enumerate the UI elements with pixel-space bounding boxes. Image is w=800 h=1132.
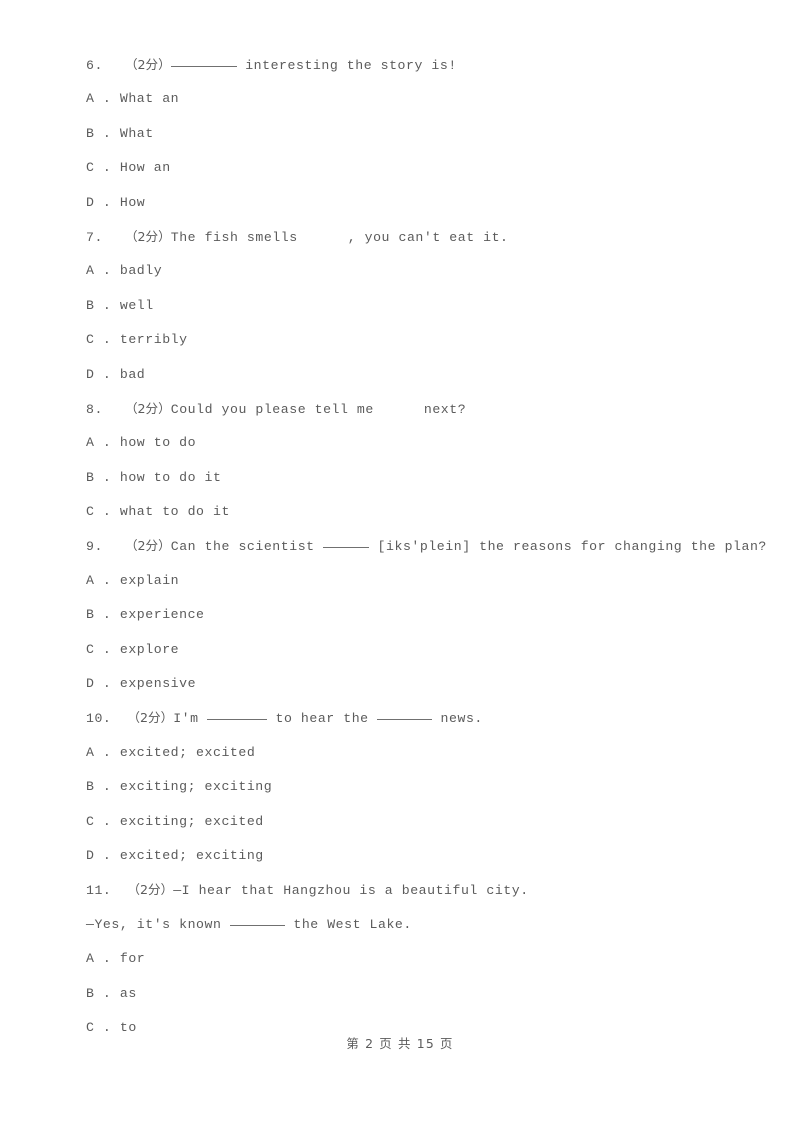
question-number: 6. [86, 58, 103, 73]
option-text: experience [119, 607, 205, 623]
option-item[interactable]: C . what to do it [86, 495, 726, 529]
question-stem: 8. （2分）Could you please tell me next? [86, 392, 726, 426]
question-stem: 11. （2分）—I hear that Hangzhou is a beauti… [86, 873, 726, 907]
option-item[interactable]: D . bad [86, 358, 726, 392]
question-marks: （2分） [127, 710, 174, 726]
question-text-after: next? [423, 401, 467, 417]
option-text: well [119, 297, 154, 313]
option-item[interactable]: A . explain [86, 564, 726, 598]
option-text: to [119, 1019, 137, 1035]
answer-blank[interactable] [170, 55, 237, 67]
question-text-before: Can the scientist [170, 539, 324, 555]
question-number: 10. [86, 711, 112, 727]
option-text: excited; excited [119, 744, 256, 760]
option-text: bad [119, 366, 146, 382]
question-text-before: Could you please tell me [170, 401, 374, 417]
question-marks: （2分） [124, 228, 171, 244]
option-item[interactable]: B . well [86, 289, 726, 323]
option-text: terribly [119, 332, 188, 348]
dialogue-text-after: the West Lake. [284, 916, 412, 932]
option-item[interactable]: A . What an [86, 82, 726, 116]
option-item[interactable]: B . as [86, 977, 726, 1011]
question-number: 9. [86, 539, 103, 555]
option-text: exciting; exciting [119, 779, 273, 795]
answer-blank[interactable] [229, 914, 285, 926]
option-text: What [119, 125, 154, 141]
option-text: excited; exciting [119, 847, 264, 863]
option-text: explain [119, 572, 180, 588]
question-stem: 10. （2分）I'm to hear the news. [86, 701, 726, 735]
question-text-before: I'm [173, 711, 208, 727]
question-text-before: The fish smells [170, 229, 298, 245]
question-text-after: [iks'plein] the reasons for changing the… [369, 539, 767, 555]
question-number: 8. [86, 401, 103, 417]
question-number: 7. [86, 229, 103, 245]
option-text: for [119, 951, 146, 967]
option-item[interactable]: A . for [86, 942, 726, 976]
question-stem: 7. （2分）The fish smells , you can't eat it. [86, 220, 726, 254]
option-item[interactable]: C . How an [86, 151, 726, 185]
question-marks: （2分） [124, 400, 171, 416]
question-text-mid: to hear the [267, 711, 378, 727]
option-text: What an [119, 91, 180, 107]
option-item[interactable]: A . how to do [86, 426, 726, 460]
question-stem: 6. （2分） interesting the story is! [86, 48, 726, 82]
option-text: how to do [119, 435, 197, 451]
option-item[interactable]: D . expensive [86, 667, 726, 701]
answer-blank-2[interactable] [377, 708, 433, 721]
question-text-after: news. [432, 711, 483, 727]
question-marks: （2分） [124, 57, 171, 72]
question-text: interesting the story is! [236, 58, 457, 73]
option-text: How an [119, 160, 171, 176]
question-text: —I hear that Hangzhou is a beautiful cit… [173, 883, 529, 899]
option-text: badly [119, 263, 163, 279]
option-item[interactable]: B . how to do it [86, 461, 726, 495]
option-item[interactable]: A . excited; excited [86, 736, 726, 770]
option-item[interactable]: B . experience [86, 598, 726, 632]
option-item[interactable]: C . exciting; excited [86, 805, 726, 839]
question-stem: 9. （2分）Can the scientist [iks'plein] the … [86, 529, 766, 563]
option-text: expensive [119, 676, 197, 692]
option-item[interactable]: D . How [86, 186, 726, 220]
option-item[interactable]: A . badly [86, 254, 726, 288]
question-number: 11. [86, 883, 112, 899]
option-text: how to do it [119, 469, 222, 485]
option-text: as [119, 985, 137, 1001]
page-footer: 第 2 页 共 15 页 [346, 1036, 454, 1051]
option-text: what to do it [119, 504, 230, 520]
option-item[interactable]: C . explore [86, 633, 726, 667]
question-marks: （2分） [124, 538, 171, 554]
question-text-after: , you can't eat it. [347, 229, 509, 245]
option-item[interactable]: B . What [86, 117, 726, 151]
question-stem-line2: —Yes, it's known the West Lake. [86, 908, 726, 942]
document-page: 6. （2分） interesting the story is! A . Wha… [0, 0, 800, 1132]
option-item[interactable]: D . excited; exciting [86, 839, 726, 873]
question-marks: （2分） [127, 882, 174, 898]
option-text: explore [119, 641, 180, 657]
option-text: exciting; excited [119, 813, 264, 829]
option-item[interactable]: B . exciting; exciting [86, 770, 726, 804]
dialogue-text-before: —Yes, it's known [86, 916, 230, 932]
answer-blank[interactable] [207, 708, 268, 721]
option-item[interactable]: C . terribly [86, 323, 726, 357]
question-list: 6. （2分） interesting the story is! A . Wha… [86, 48, 766, 1045]
answer-blank[interactable] [323, 536, 370, 549]
option-text: How [119, 194, 146, 210]
